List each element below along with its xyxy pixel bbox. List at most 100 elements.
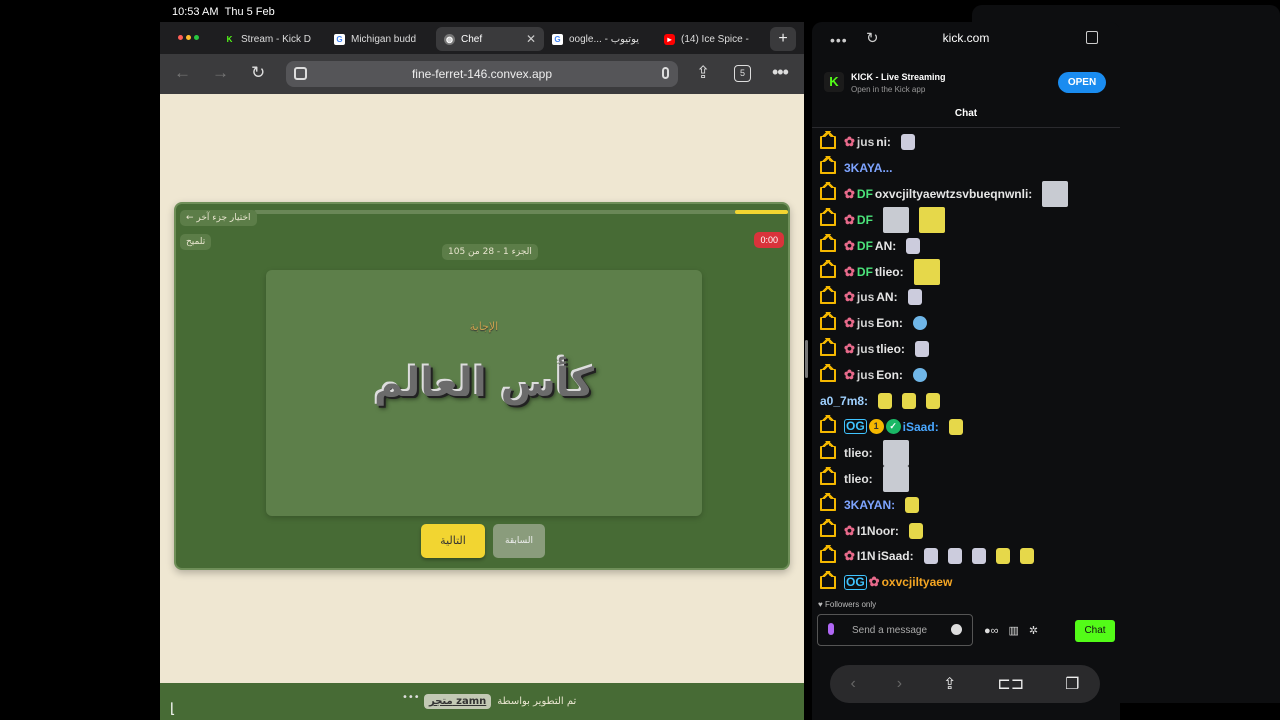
next-button[interactable]: التالية (421, 524, 485, 558)
chat-message[interactable]: ✿ DF tlieo: (820, 258, 940, 285)
chat-feed[interactable]: ✿ jus ni: 3KAYA... ✿ DF oxvcjiltyaewtzsvbueqnw… (820, 130, 1120, 602)
crown-badge-icon (820, 337, 836, 356)
chat-message[interactable]: ✿ jus Eon: (820, 311, 927, 333)
share-icon[interactable]: ⇪ (696, 63, 710, 83)
reload-icon[interactable]: ↻ (251, 63, 265, 83)
message-input[interactable]: Send a message (817, 614, 973, 646)
back-icon[interactable]: ← (174, 63, 191, 83)
send-chat-button[interactable]: Chat (1075, 620, 1115, 642)
right-browser-window: ••• ↻ kick.com K KICK - Live Streaming O… (812, 22, 1120, 720)
open-app-button[interactable]: OPEN (1058, 72, 1106, 93)
chat-message-text: AN: (874, 238, 897, 253)
chat-emote-icon (900, 134, 915, 150)
home-gesture-icon[interactable]: ⌊ (170, 700, 175, 717)
chat-message-text: oxvcjiltyaewtzsvbueqnwnli: (874, 186, 1033, 201)
progress-fill (734, 210, 788, 214)
crown-badge-icon (820, 260, 836, 278)
back-icon[interactable]: ‹ (850, 675, 855, 693)
chat-username[interactable]: iSaad: (903, 420, 939, 434)
chat-username[interactable]: 3KAYAN: (844, 498, 895, 512)
chat-message[interactable]: ✿ jus ni: (820, 130, 915, 152)
chat-username[interactable]: I1N (857, 549, 876, 563)
window-controls-icon[interactable] (178, 35, 199, 40)
chat-message[interactable]: tlieo: (820, 439, 909, 466)
lens-icon[interactable] (294, 67, 307, 80)
chat-username[interactable]: I1Noor: (857, 524, 899, 538)
tab-ice-spice[interactable]: ▸ (14) Ice Spice - (664, 27, 760, 51)
bookmarks-icon[interactable]: ⊏⊐ (997, 674, 1024, 694)
crown-badge-icon (820, 544, 836, 563)
tab-kick-stream[interactable]: K Stream - Kick D (224, 27, 316, 51)
chat-message-text: Eon: (876, 368, 903, 383)
chat-username[interactable]: DF (857, 239, 873, 253)
chef-icon: ◍ (444, 33, 455, 45)
tab-switcher-button[interactable]: 5 (734, 65, 751, 82)
store-icon[interactable]: ▥ (1009, 624, 1019, 637)
more-icon[interactable]: ••• (402, 692, 420, 703)
chat-emote-icon (878, 393, 893, 409)
chat-message[interactable]: OG 1 ✓ iSaad: (820, 415, 963, 437)
chat-username[interactable]: jus (857, 342, 874, 356)
chat-username[interactable]: jus (857, 368, 874, 382)
crown-badge-icon (820, 130, 836, 149)
chat-message[interactable]: 3KAYAN: (820, 493, 920, 515)
chat-username[interactable]: jus (857, 135, 874, 149)
chat-message[interactable]: ✿ jus tlieo: (820, 337, 929, 359)
flower-badge-icon: ✿ (844, 289, 855, 305)
chat-username[interactable]: DF (857, 213, 873, 227)
chat-username[interactable]: tlieo: (844, 446, 873, 460)
chat-username[interactable]: 3KAYA... (844, 161, 892, 175)
chat-message[interactable]: ✿ DF (820, 206, 945, 233)
chat-username[interactable]: a0_7m8: (820, 394, 868, 408)
chat-emote-icon (902, 393, 917, 409)
chat-message[interactable]: ✿ DF AN: (820, 234, 921, 256)
share-icon[interactable]: ⇪ (943, 674, 956, 694)
address-bar[interactable]: fine-ferret-146.convex.app (286, 61, 678, 87)
chat-message[interactable]: ✿ jus Eon: (820, 363, 927, 385)
forward-icon[interactable]: › (897, 675, 902, 693)
youtube-icon: ▸ (664, 33, 675, 45)
chat-username[interactable]: DF (857, 265, 873, 279)
crown-badge-icon (820, 182, 836, 201)
tab-youtube-arabic[interactable]: Google... - يوتيوب (552, 27, 648, 51)
chat-username[interactable]: jus (857, 316, 874, 330)
flower-badge-icon: ✿ (844, 522, 855, 538)
hint-button[interactable]: تلميح (180, 234, 212, 250)
chat-username[interactable]: tlieo: (844, 472, 873, 486)
forward-icon[interactable]: → (212, 63, 229, 83)
microphone-icon[interactable] (828, 623, 834, 635)
chat-message[interactable]: OG ✿ oxvcjiltyaew (820, 570, 953, 592)
tabs-icon[interactable]: ❐ (1065, 674, 1079, 694)
app-banner: K KICK - Live Streaming Open in the Kick… (812, 64, 1120, 104)
store-link[interactable]: متجر zamn (424, 694, 492, 709)
choose-part-button[interactable]: ← اختيار جزء آخر (180, 210, 257, 226)
chat-emote-icon (995, 548, 1010, 565)
crown-badge-icon (820, 311, 836, 330)
address-bar[interactable]: kick.com (812, 31, 1120, 45)
microphone-icon[interactable] (662, 67, 669, 79)
new-tab-button[interactable]: + (770, 27, 796, 51)
chat-message[interactable]: 3KAYA... (820, 156, 892, 178)
answer-word: كأس العالم (373, 360, 595, 406)
chat-message[interactable]: ✿ DF oxvcjiltyaewtzsvbueqnwnli: (820, 180, 1069, 207)
more-menu-icon[interactable]: ••• (772, 62, 789, 83)
previous-button[interactable]: السابقة (493, 524, 545, 558)
chat-username[interactable]: oxvcjiltyaew (882, 575, 953, 589)
emotes-icon[interactable]: ●∞ (984, 625, 999, 637)
split-view-divider[interactable] (805, 340, 808, 378)
close-tab-icon[interactable]: ✕ (526, 32, 536, 46)
settings-icon[interactable]: ✲ (1029, 624, 1038, 637)
reader-icon[interactable] (1086, 31, 1098, 44)
emoji-icon[interactable] (951, 624, 962, 635)
chat-emote-icon (882, 206, 909, 233)
chat-message[interactable]: ✿ I1Noor: (820, 519, 923, 541)
chat-message[interactable]: tlieo: (820, 465, 909, 492)
crown-badge-icon (820, 285, 836, 304)
chat-username[interactable]: DF (857, 187, 873, 201)
chat-message[interactable]: a0_7m8: (820, 391, 941, 411)
chat-username[interactable]: jus (857, 290, 874, 304)
chat-message[interactable]: ✿ jus AN: (820, 285, 922, 307)
tab-michigan[interactable]: G Michigan budd (334, 27, 426, 51)
chat-message[interactable]: ✿ I1N iSaad: (820, 544, 1034, 566)
og-badge-icon: OG (844, 419, 867, 435)
